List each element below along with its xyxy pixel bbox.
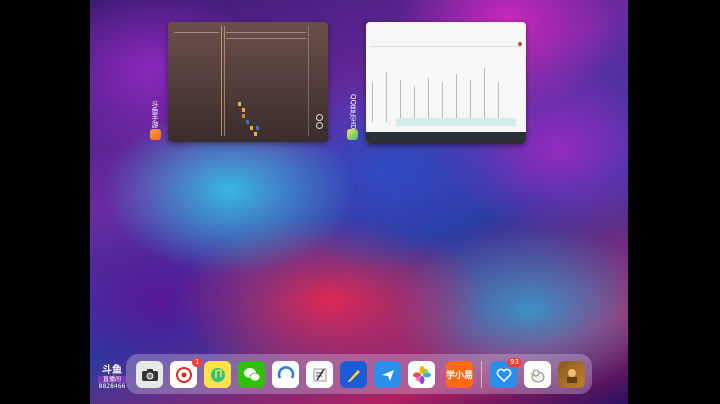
- notes-icon[interactable]: [306, 361, 333, 388]
- watermark-subtitle: 直播间: [98, 376, 126, 383]
- app-icon-douyu: [150, 129, 161, 140]
- bird-icon[interactable]: [374, 361, 401, 388]
- music-icon[interactable]: [204, 361, 231, 388]
- camera-icon[interactable]: [136, 361, 163, 388]
- player-bar: [366, 132, 526, 144]
- photos-icon[interactable]: [408, 361, 435, 388]
- health-badge: 93: [507, 358, 522, 367]
- watermark-room-number: 8828466: [98, 383, 126, 390]
- app-label-douyu: 斗鱼手游: [151, 100, 159, 128]
- game-icon[interactable]: [558, 361, 585, 388]
- douyu-watermark: 斗鱼 直播间 8828466: [98, 366, 126, 390]
- dock-divider: [481, 361, 482, 388]
- study-icon[interactable]: 学小易: [446, 361, 473, 388]
- wechat-icon[interactable]: [238, 361, 265, 388]
- goose-icon[interactable]: [524, 361, 551, 388]
- watermark-logo: 斗鱼: [102, 365, 122, 376]
- app-icon-qqmusic: [347, 129, 358, 140]
- app-label-qqmusic: QQ音乐HD: [349, 94, 357, 130]
- browser-icon[interactable]: [272, 361, 299, 388]
- app-card-qqmusic[interactable]: [366, 22, 526, 144]
- app-card-douyu[interactable]: [168, 22, 328, 142]
- pen-icon[interactable]: [340, 361, 367, 388]
